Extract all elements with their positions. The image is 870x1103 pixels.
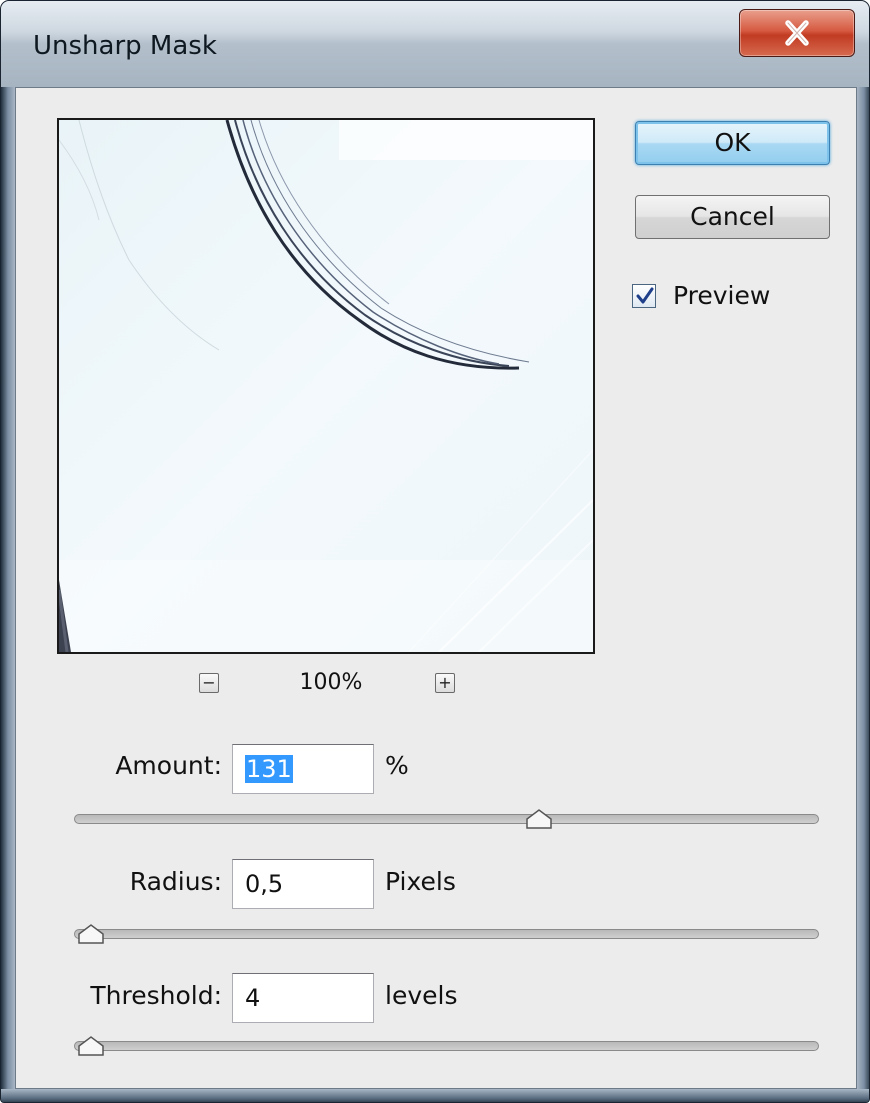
zoom-in-button[interactable]: + xyxy=(435,673,455,693)
radius-unit: Pixels xyxy=(385,867,456,896)
threshold-unit: levels xyxy=(385,981,458,1010)
preview-checkbox-label[interactable]: Preview xyxy=(673,281,770,310)
threshold-slider-thumb[interactable] xyxy=(77,1035,105,1057)
plus-icon: + xyxy=(438,673,452,692)
dialog-content: − 100% + OK Cancel Preview Amount: 131 %… xyxy=(15,87,857,1089)
amount-unit: % xyxy=(385,751,409,780)
radius-slider-thumb[interactable] xyxy=(77,923,105,945)
window-title: Unsharp Mask xyxy=(33,31,217,61)
threshold-input[interactable]: 4 xyxy=(232,973,374,1023)
preview-checkbox[interactable] xyxy=(632,284,656,308)
ok-button[interactable]: OK xyxy=(635,121,830,165)
amount-slider-thumb[interactable] xyxy=(525,808,553,830)
radius-label: Radius: xyxy=(129,867,222,896)
title-bar[interactable]: Unsharp Mask xyxy=(1,1,869,87)
amount-input[interactable]: 131 xyxy=(232,744,374,794)
radius-slider[interactable] xyxy=(74,929,819,939)
preview-picture xyxy=(59,120,593,652)
window-frame-right xyxy=(857,87,869,1102)
preview-image[interactable] xyxy=(57,118,595,654)
cancel-button[interactable]: Cancel xyxy=(635,195,830,239)
window-frame-bottom xyxy=(1,1089,869,1102)
threshold-label: Threshold: xyxy=(90,981,222,1010)
window-frame-left xyxy=(1,87,15,1102)
dialog-window: Unsharp Mask − 100% + OK Cancel Preview … xyxy=(0,0,870,1103)
minus-icon: − xyxy=(202,673,216,692)
checkmark-icon xyxy=(636,287,654,304)
threshold-slider[interactable] xyxy=(74,1041,819,1051)
amount-label: Amount: xyxy=(115,751,222,780)
zoom-out-button[interactable]: − xyxy=(199,673,219,693)
radius-input[interactable]: 0,5 xyxy=(232,859,374,909)
amount-input-value: 131 xyxy=(245,755,293,783)
close-x-icon xyxy=(785,20,809,46)
zoom-level: 100% xyxy=(299,670,363,695)
close-button[interactable] xyxy=(739,9,855,57)
amount-slider[interactable] xyxy=(74,814,819,824)
